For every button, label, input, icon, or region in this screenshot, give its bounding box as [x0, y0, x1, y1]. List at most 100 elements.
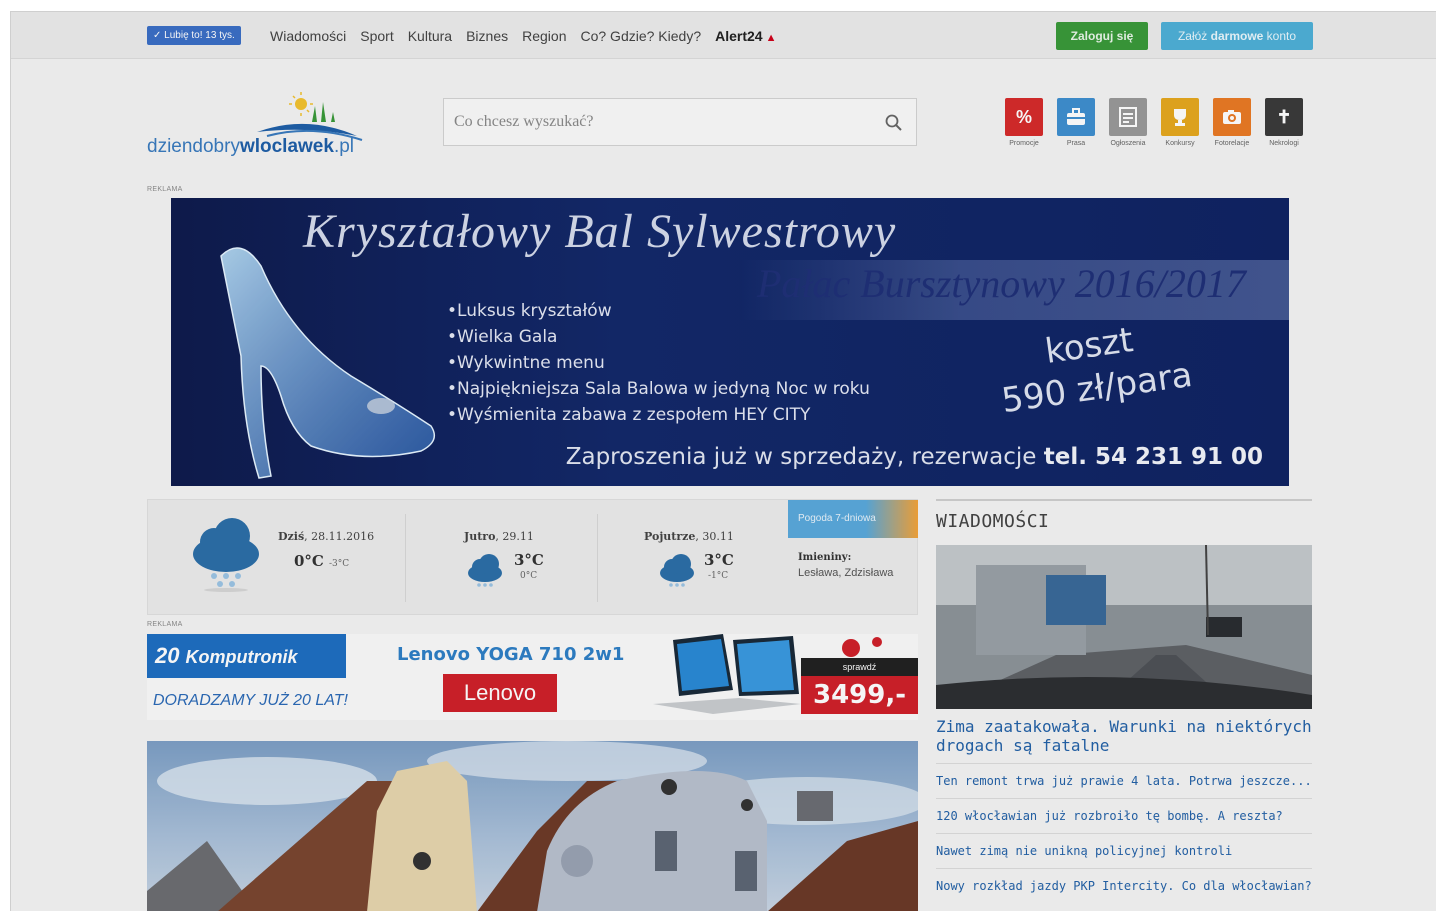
- weather-today-min: -3°C: [328, 559, 350, 569]
- banner-bullets: Luksus kryształów Wielka Gala Wykwintne …: [447, 298, 870, 428]
- weather-after-date: 30.11: [702, 530, 734, 543]
- nav-item-co-gdzie-kiedy[interactable]: Co? Gdzie? Kiedy?: [580, 26, 701, 48]
- quick-link-label: Prasa: [1066, 140, 1086, 147]
- quick-link-label: Promocje: [1009, 140, 1039, 147]
- cta-label: sprawdź: [801, 658, 918, 676]
- news-lead-image[interactable]: [936, 545, 1312, 709]
- banner-bullet: Wyśmienita zabawa z zespołem HEY CITY: [447, 402, 870, 428]
- register-button[interactable]: Załóż darmowe konto: [1161, 22, 1313, 50]
- main-nav: Wiadomości Sport Kultura Biznes Region C…: [270, 26, 790, 48]
- divider: [597, 514, 598, 602]
- logo-bold: wloclawek: [239, 136, 334, 157]
- banner-footer-phone: tel. 54 231 91 00: [1043, 444, 1263, 470]
- nav-item-biznes[interactable]: Biznes: [466, 26, 508, 48]
- ad-banner-komputronik[interactable]: 20 Komputronik DORADZAMY JUŻ 20 LAT! Leno…: [147, 634, 918, 720]
- page-frame: ✓ Lubię to! 13 tys. Wiadomości Sport Kul…: [10, 11, 1436, 911]
- product-name: Lenovo YOGA 710 2w1: [397, 644, 625, 665]
- weather-after-min: -1°C: [708, 571, 729, 581]
- weather-tomorrow-temp: 3°C: [514, 551, 544, 569]
- weather-today-temp: 0°C: [294, 552, 324, 570]
- search-box: [443, 98, 917, 146]
- weather-today-date: 28.11.2016: [311, 530, 375, 543]
- nav-item-sport[interactable]: Sport: [360, 26, 393, 48]
- quick-link-label: Nekrologi: [1269, 140, 1299, 147]
- top-bar: ✓ Lubię to! 13 tys. Wiadomości Sport Kul…: [11, 12, 1436, 59]
- quick-link-konkursy[interactable]: Konkursy: [1161, 98, 1199, 147]
- document-icon: [1109, 98, 1147, 136]
- nameday-label: Imieniny:: [798, 552, 852, 563]
- search-input[interactable]: [444, 99, 864, 145]
- ad-banner-bal-sylwestrowy[interactable]: Kryształowy Bal Sylwestrowy Pałac Burszt…: [171, 198, 1289, 486]
- weather-after-label: Pojutrze: [644, 530, 696, 543]
- ad-label: REKLAMA: [147, 186, 183, 193]
- quick-link-promocje[interactable]: % Promocje: [1005, 98, 1043, 147]
- weather-today: Dziś, 28.11.2016 0°C -3°C: [278, 530, 375, 570]
- divider: [405, 514, 406, 602]
- banner-bullet: Luksus kryształów: [447, 298, 870, 324]
- forecast-7-day-link[interactable]: Pogoda 7-dniowa: [788, 500, 918, 538]
- logo-regular: dziendobry: [147, 136, 240, 157]
- komputronik-tagline: DORADZAMY JUŻ 20 LAT!: [153, 692, 348, 709]
- ornament-icon: [842, 637, 882, 657]
- camera-icon: [1213, 98, 1251, 136]
- weather-tomorrow-label: Jutro: [464, 530, 496, 543]
- banner-footer-text: Zaproszenia już w sprzedaży, rezerwacje: [565, 444, 1037, 470]
- crystal-shoe-image: [220, 247, 436, 479]
- percent-icon: %: [1005, 98, 1043, 136]
- featured-article-image[interactable]: [147, 741, 918, 911]
- quick-links: % Promocje Prasa Ogłoszenia Konkursy Fot…: [1005, 98, 1303, 147]
- register-prefix: Załóż: [1177, 29, 1208, 43]
- ad-label: REKLAMA: [147, 621, 183, 628]
- news-section: WIADOMOŚCI Zima zaatakowała. Warunki na …: [936, 499, 1312, 903]
- site-logo[interactable]: dziendobrywloclawek.pl: [147, 92, 387, 162]
- facebook-like-button[interactable]: ✓ Lubię to! 13 tys.: [147, 26, 241, 45]
- news-lead-title[interactable]: Zima zaatakowała. Warunki na niektórych …: [936, 717, 1312, 763]
- search-icon[interactable]: [884, 113, 904, 133]
- quick-link-label: Ogłoszenia: [1110, 140, 1146, 147]
- alert24-label: Alert24: [715, 28, 763, 44]
- quick-link-ogloszenia[interactable]: Ogłoszenia: [1109, 98, 1147, 147]
- snow-cloud-icon: [190, 514, 262, 630]
- banner-title: Kryształowy Bal Sylwestrowy: [303, 205, 897, 258]
- laptop-image: [653, 634, 801, 714]
- snow-cloud-icon: [468, 554, 502, 587]
- snow-cloud-icon: [660, 554, 694, 587]
- weather-tomorrow-date: 29.11: [502, 530, 534, 543]
- news-list-item[interactable]: Nowy rozkład jazdy PKP Intercity. Co dla…: [936, 868, 1312, 903]
- logo-suffix: .pl: [333, 136, 355, 157]
- quick-link-fotorelacje[interactable]: Fotorelacje: [1213, 98, 1251, 147]
- news-list-item[interactable]: Nawet zimą nie unikną policyjnej kontrol…: [936, 833, 1312, 868]
- news-list-item[interactable]: Ten remont trwa już prawie 4 lata. Potrw…: [936, 763, 1312, 798]
- nameday-names: Lesława, Zdzisława: [798, 567, 894, 579]
- news-heading: WIADOMOŚCI: [936, 499, 1312, 545]
- nav-item-region[interactable]: Region: [522, 26, 566, 48]
- banner-footer: Zaproszenia już w sprzedaży, rezerwacje …: [566, 444, 1263, 470]
- banner-bullet: Najpiękniejsza Sala Balowa w jedyną Noc …: [447, 376, 870, 402]
- banner-bullet: Wykwintne menu: [447, 350, 870, 376]
- product-price: 3499,-: [801, 676, 918, 714]
- cross-icon: ✝: [1265, 98, 1303, 136]
- weather-after-tomorrow: Pojutrze, 30.11 3°C -1°C: [644, 530, 734, 646]
- register-bold: darmowe: [1210, 29, 1264, 43]
- weather-tomorrow-min: 0°C: [520, 571, 538, 581]
- quick-link-nekrologi[interactable]: ✝ Nekrologi: [1265, 98, 1303, 147]
- komputronik-logo: 20 Komputronik: [147, 634, 346, 678]
- komputronik-brand: Komputronik: [185, 647, 298, 667]
- weather-after-temp: 3°C: [704, 551, 734, 569]
- price-box: sprawdź 3499,-: [801, 634, 918, 720]
- weather-tomorrow: Jutro, 29.11 3°C 0°C: [464, 530, 544, 646]
- nav-item-wiadomosci[interactable]: Wiadomości: [270, 26, 346, 48]
- login-button[interactable]: Zaloguj się: [1056, 22, 1148, 50]
- logo-graphic-icon: [257, 92, 363, 141]
- nav-item-kultura[interactable]: Kultura: [408, 26, 452, 48]
- quick-link-prasa[interactable]: Prasa: [1057, 98, 1095, 147]
- register-suffix: konto: [1266, 29, 1297, 43]
- briefcase-icon: [1057, 98, 1095, 136]
- weather-today-label: Dziś: [278, 530, 305, 543]
- news-list-item[interactable]: 120 włocławian już rozbroiło tę bombę. A…: [936, 798, 1312, 833]
- logo-text: dziendobrywloclawek.pl: [147, 136, 354, 158]
- nav-item-alert24[interactable]: Alert24 ▲: [715, 26, 776, 48]
- komputronik-anniversary: 20: [155, 643, 180, 668]
- banner-bullet: Wielka Gala: [447, 324, 870, 350]
- lenovo-logo: Lenovo: [443, 674, 557, 712]
